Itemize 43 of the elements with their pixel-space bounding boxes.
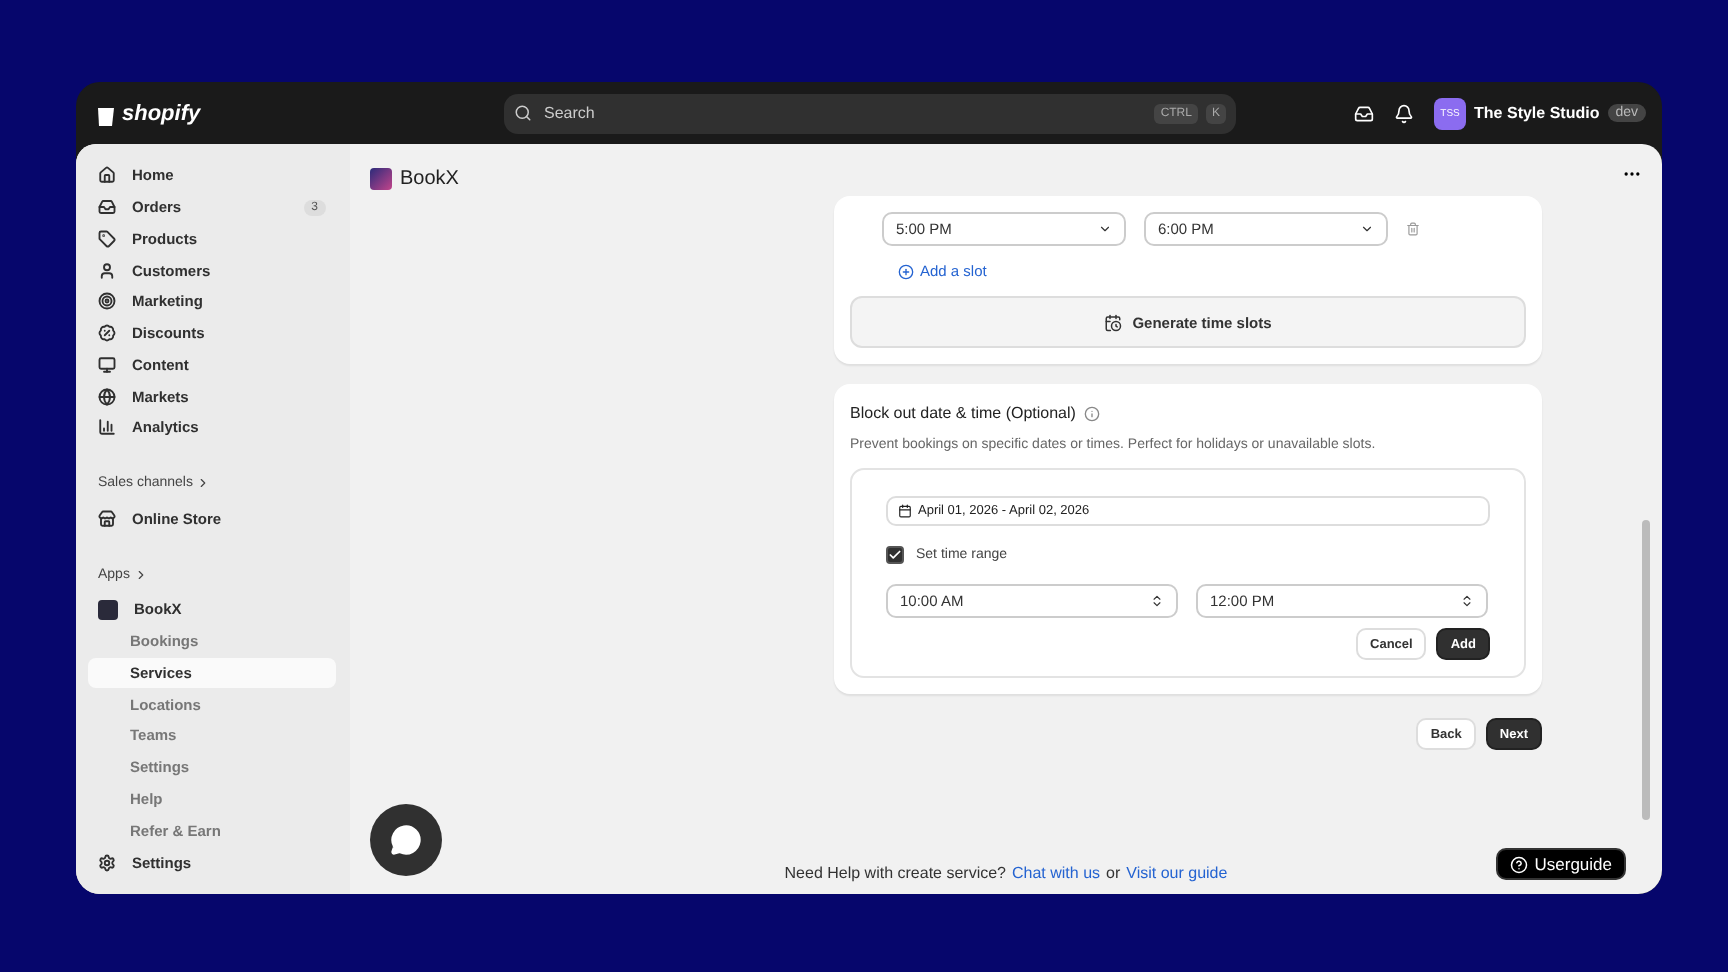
help-icon — [1510, 855, 1529, 873]
chat-link[interactable]: Chat with us — [1012, 864, 1101, 882]
inbox-icon — [98, 198, 116, 217]
plus-circle-icon — [898, 263, 914, 279]
person-icon — [98, 261, 116, 280]
home-icon — [98, 166, 116, 185]
section-title: Block out date & time (Optional) — [850, 404, 1076, 422]
delete-icon[interactable] — [1406, 222, 1420, 236]
help-text: Need Help with create service? — [784, 864, 1006, 882]
calendar-clock-icon — [1104, 313, 1123, 331]
caret-icon — [1360, 222, 1374, 236]
search-input[interactable]: Search — [540, 102, 1147, 124]
monitor-icon — [98, 355, 116, 374]
percent-badge-icon — [98, 324, 116, 343]
bell-icon[interactable] — [1394, 103, 1415, 123]
app-title: BookX — [400, 167, 459, 189]
target-icon — [98, 292, 116, 311]
chevron-icon — [133, 567, 148, 582]
help-text: or — [1106, 864, 1121, 882]
info-icon[interactable] — [1083, 405, 1100, 421]
guide-link[interactable]: Visit our guide — [1126, 864, 1228, 882]
check-icon — [888, 548, 902, 562]
speech-bubble-icon — [390, 824, 422, 856]
store-name[interactable]: The Style Studio — [1474, 104, 1600, 122]
caret-icon — [1098, 222, 1112, 236]
bar-chart-icon — [98, 418, 116, 437]
tag-icon — [98, 229, 116, 248]
settings-icon — [98, 853, 116, 872]
app-logo — [370, 167, 392, 189]
calendar-icon — [898, 504, 912, 518]
chevron-icon — [196, 476, 211, 491]
up-down-icon — [1150, 594, 1164, 608]
app-icon — [98, 599, 118, 620]
up-down-icon — [1460, 594, 1474, 608]
inbox-icon[interactable] — [1354, 103, 1375, 123]
scrollbar[interactable] — [1642, 520, 1650, 820]
userguide-button[interactable]: Userguide — [1496, 848, 1626, 880]
store-icon — [98, 509, 116, 528]
search-icon — [514, 104, 532, 122]
brand-logo: shopify — [122, 101, 201, 125]
globe-icon — [98, 387, 116, 406]
time-range-checkbox[interactable] — [886, 546, 904, 564]
chat-button[interactable] — [370, 804, 442, 876]
